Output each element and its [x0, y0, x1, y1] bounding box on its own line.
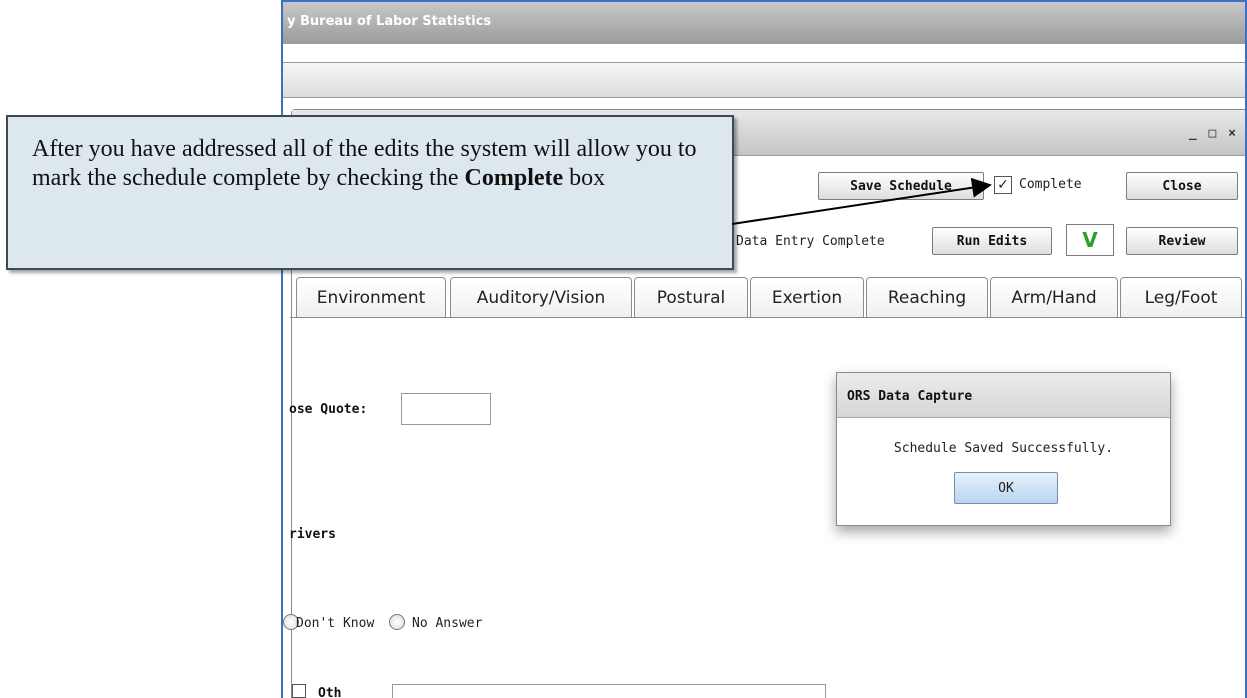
tab-exertion[interactable]: Exertion [750, 277, 864, 317]
other-checkbox[interactable] [292, 684, 306, 698]
save-schedule-button[interactable]: Save Schedule [818, 172, 984, 200]
tab-baseline [290, 317, 1245, 318]
other-label: Oth [318, 686, 342, 698]
complete-checkbox[interactable]: ✓ [994, 176, 1012, 194]
complete-label: Complete [1019, 177, 1082, 192]
radio-dont-know-label: Don't Know [296, 616, 375, 631]
edit-status-indicator: V [1066, 224, 1114, 256]
tab-arm-hand[interactable]: Arm/Hand [990, 277, 1118, 317]
dialog-title: ORS Data Capture [837, 373, 1170, 418]
radio-no-answer[interactable] [389, 614, 405, 630]
browser-title-text: y Bureau of Labor Statistics [287, 14, 492, 29]
tab-reaching[interactable]: Reaching [866, 277, 988, 317]
tab-environment[interactable]: Environment [296, 277, 446, 317]
data-entry-complete-label: Data Entry Complete [736, 234, 885, 249]
close-button[interactable]: Close [1126, 172, 1238, 200]
callout-text-after: box [563, 165, 606, 191]
radio-no-answer-label: No Answer [412, 616, 483, 631]
drivers-label: rivers [289, 527, 336, 542]
other-input[interactable] [392, 684, 826, 698]
quote-label: ose Quote: [289, 402, 368, 417]
run-edits-button[interactable]: Run Edits [932, 227, 1052, 255]
tab-leg-foot[interactable]: Leg/Foot [1120, 277, 1242, 317]
minimize-icon[interactable]: _ [1189, 126, 1197, 141]
close-icon[interactable]: × [1228, 126, 1236, 141]
window-controls: _ □ × [1185, 126, 1236, 141]
tab-auditory-vision[interactable]: Auditory/Vision [450, 277, 632, 317]
dialog-message: Schedule Saved Successfully. [893, 441, 1114, 456]
maximize-icon[interactable]: □ [1209, 126, 1217, 141]
browser-title-bar: y Bureau of Labor Statistics [283, 2, 1245, 44]
save-confirmation-dialog: ORS Data Capture Schedule Saved Successf… [836, 372, 1171, 526]
browser-toolbar [283, 62, 1245, 98]
browser-gap [283, 44, 1245, 62]
review-button[interactable]: Review [1126, 227, 1238, 255]
quote-input[interactable] [401, 393, 491, 425]
instruction-callout: After you have addressed all of the edit… [6, 115, 734, 270]
tab-postural[interactable]: Postural [634, 277, 748, 317]
screenshot-frame: y Bureau of Labor Statistics _ □ × [281, 0, 1247, 698]
callout-bold-word: Complete [464, 165, 564, 191]
ok-button[interactable]: OK [954, 472, 1058, 504]
